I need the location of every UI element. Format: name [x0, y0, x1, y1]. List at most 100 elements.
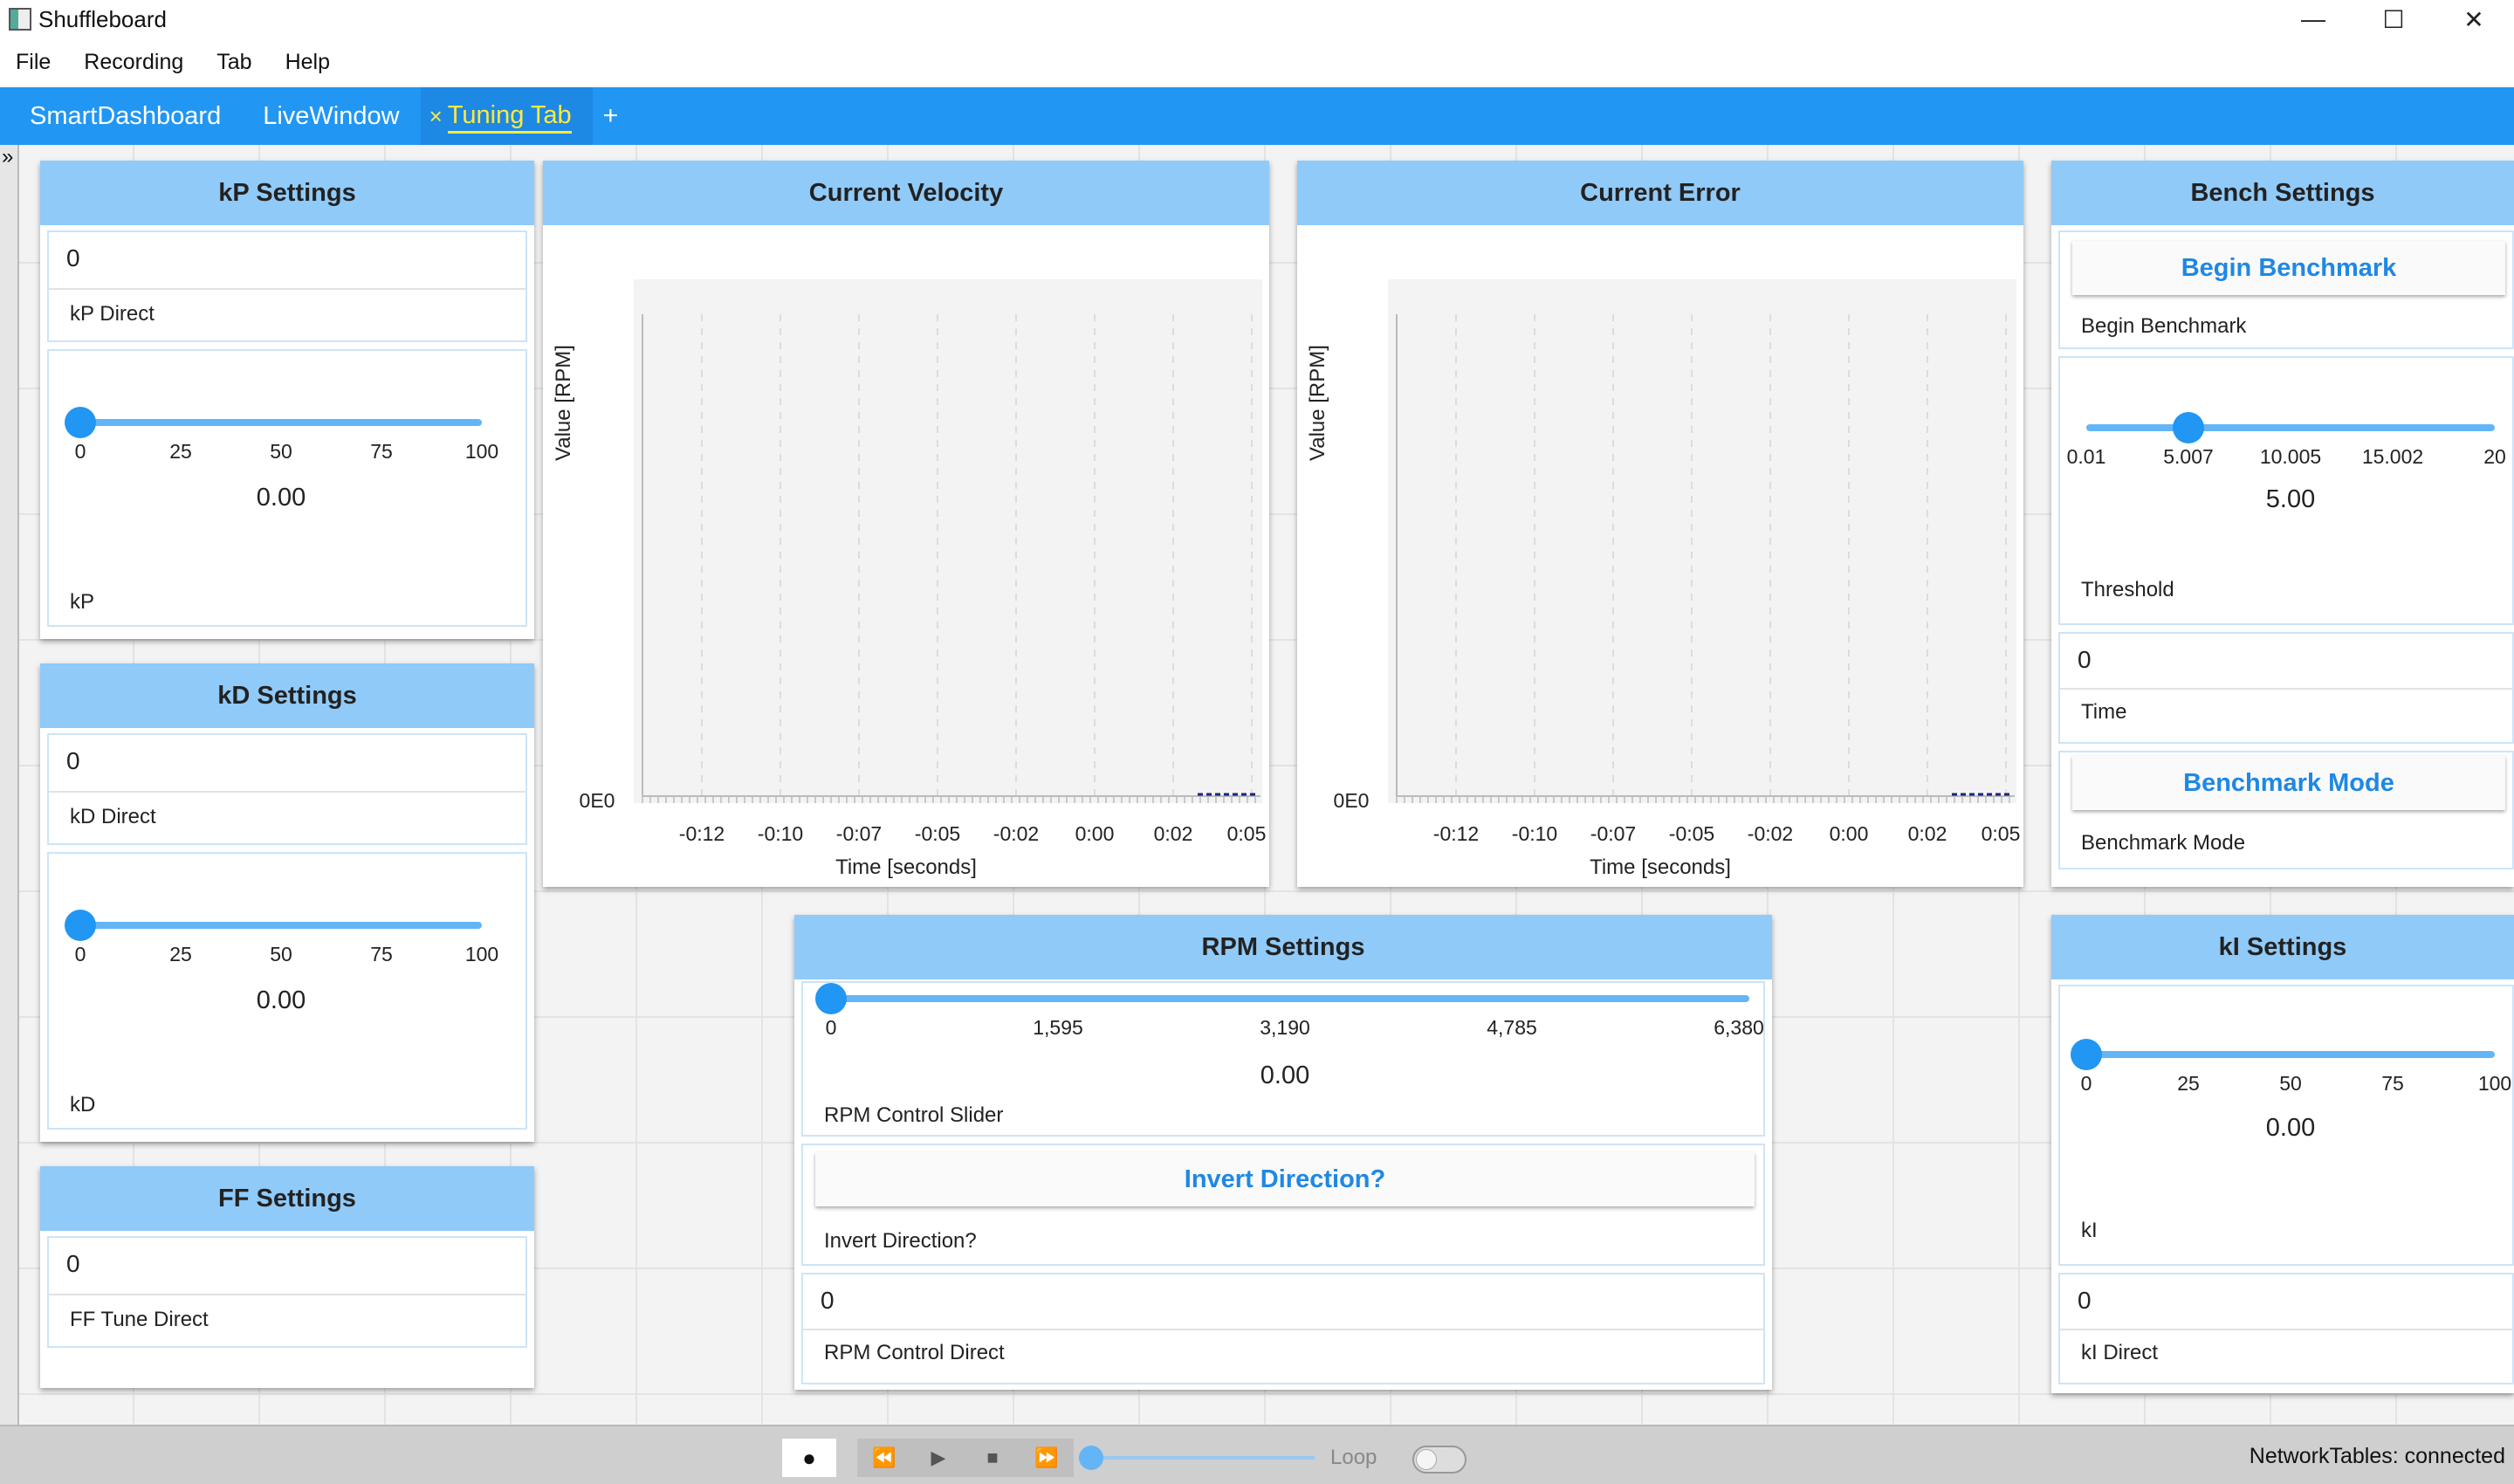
record-button[interactable]: ● — [782, 1439, 836, 1477]
x-tick-label: 0:02 — [1153, 822, 1193, 845]
loop-label: Loop — [1330, 1446, 1377, 1469]
slider-tick: 0 — [2080, 1072, 2092, 1095]
kd-slider[interactable] — [80, 922, 482, 929]
slider-tick: 75 — [370, 440, 393, 463]
loop-toggle[interactable] — [1412, 1446, 1466, 1474]
tab-livewindow[interactable]: LiveWindow — [242, 87, 420, 145]
menu-file[interactable]: File — [16, 50, 51, 75]
widget-title: Current Error — [1297, 161, 2023, 225]
field-label: kD Direct — [70, 805, 156, 828]
stop-icon[interactable]: ■ — [965, 1439, 1020, 1477]
menu-recording[interactable]: Recording — [84, 50, 183, 75]
slider-tick: 75 — [370, 943, 393, 965]
rpm-slider-thumb[interactable] — [815, 983, 847, 1014]
error-plot — [1396, 314, 2015, 803]
x-tick-label: -0:07 — [1590, 822, 1637, 845]
slider-tick: 20 — [2483, 445, 2506, 468]
slider-value: 0.00 — [2265, 1114, 2316, 1142]
x-tick-label: 0:00 — [1829, 822, 1869, 845]
ff-direct-field[interactable]: 0 FF Tune Direct — [47, 1236, 527, 1348]
field-value: 0 — [2078, 646, 2092, 673]
widget-title: FF Settings — [40, 1166, 534, 1231]
widget-title: kD Settings — [40, 663, 534, 728]
kd-settings-widget: kD Settings 0 kD Direct 0 25 50 75 100 0… — [40, 663, 534, 1142]
slider-value: 0.00 — [256, 986, 306, 1014]
x-tick-label: 0:05 — [1981, 822, 2021, 845]
begin-benchmark-panel: Begin Benchmark Begin Benchmark — [2058, 230, 2514, 349]
app-icon — [9, 8, 31, 31]
rpm-settings-widget: RPM Settings 0 1,595 3,190 4,785 6,380 0… — [794, 915, 1772, 1390]
slider-tick: 0.01 — [2066, 445, 2106, 468]
x-tick-label: -0:12 — [678, 822, 725, 845]
widget-title: kI Settings — [2051, 915, 2514, 979]
error-plot-area[interactable] — [1388, 279, 2016, 803]
rewind-icon[interactable]: ⏪ — [857, 1439, 911, 1477]
tab-label: LiveWindow — [263, 101, 400, 130]
threshold-slider[interactable] — [2086, 424, 2495, 431]
kp-direct-field[interactable]: 0 kP Direct — [47, 230, 527, 342]
close-tab-icon[interactable]: × — [429, 103, 443, 130]
kd-direct-field[interactable]: 0 kD Direct — [47, 733, 527, 845]
bench-settings-widget: Bench Settings Begin Benchmark Begin Ben… — [2051, 161, 2514, 887]
benchmark-mode-button[interactable]: Benchmark Mode — [2072, 756, 2505, 810]
kp-slider-thumb[interactable] — [65, 407, 96, 438]
tab-tuning[interactable]: × Tuning Tab — [420, 87, 593, 145]
ff-settings-widget: FF Settings 0 FF Tune Direct — [40, 1166, 534, 1388]
ki-direct-field[interactable]: 0 kI Direct — [2058, 1273, 2514, 1384]
button-label: Begin Benchmark — [2081, 314, 2247, 338]
slider-tick: 25 — [169, 440, 192, 463]
kp-slider-panel: 0 25 50 75 100 0.00 kP — [47, 349, 527, 627]
slider-value: 5.00 — [2265, 485, 2316, 513]
menu-tab[interactable]: Tab — [216, 50, 251, 75]
threshold-slider-thumb[interactable] — [2173, 412, 2204, 443]
menu-help[interactable]: Help — [285, 50, 330, 75]
field-label: RPM Control Direct — [824, 1341, 1005, 1364]
rpm-slider[interactable] — [831, 995, 1749, 1002]
velocity-plot — [642, 314, 1260, 803]
invert-direction-button[interactable]: Invert Direction? — [815, 1152, 1755, 1206]
expand-icon: » — [2, 145, 14, 168]
widget-title: RPM Settings — [794, 915, 1772, 979]
x-tick-label: -0:12 — [1432, 822, 1480, 845]
threshold-slider-panel: 0.01 5.007 10.005 15.002 20 5.00 Thresho… — [2058, 356, 2514, 625]
slider-tick: 50 — [2279, 1072, 2302, 1095]
ki-slider[interactable] — [2086, 1051, 2495, 1058]
fast-forward-icon[interactable]: ⏩ — [1020, 1439, 1074, 1477]
field-label: kI Direct — [2081, 1341, 2159, 1364]
field-value: 0 — [66, 1250, 80, 1277]
field-value: 0 — [66, 747, 80, 774]
widget-title: Bench Settings — [2051, 161, 2514, 225]
x-axis-label: Time [seconds] — [835, 855, 977, 879]
tab-smartdashboard[interactable]: SmartDashboard — [0, 87, 242, 145]
slider-label: kI — [2081, 1219, 2098, 1242]
velocity-plot-area[interactable] — [634, 279, 1262, 803]
close-window-button[interactable]: ✕ — [2434, 0, 2514, 38]
kd-slider-thumb[interactable] — [65, 910, 96, 941]
widget-gallery-toggle[interactable]: » — [0, 145, 19, 1425]
kp-slider[interactable] — [80, 419, 482, 426]
tab-label: SmartDashboard — [30, 101, 222, 130]
rpm-direct-field[interactable]: 0 RPM Control Direct — [801, 1273, 1765, 1384]
slider-tick: 15.002 — [2361, 445, 2424, 468]
velocity-graph-widget: Current Velocity Value [RPM] 0E0 -0:12 -… — [543, 161, 1269, 887]
field-value: 0 — [2078, 1287, 2092, 1314]
x-tick-label: -0:07 — [835, 822, 883, 845]
time-field[interactable]: 0 Time — [2058, 632, 2514, 744]
playback-slider-thumb[interactable] — [1079, 1446, 1103, 1470]
minimize-button[interactable]: — — [2273, 0, 2353, 38]
playback-slider[interactable] — [1091, 1456, 1315, 1460]
field-label: Time — [2081, 700, 2127, 724]
invert-direction-panel: Invert Direction? Invert Direction? — [801, 1144, 1765, 1266]
slider-tick: 0 — [74, 943, 86, 965]
slider-tick: 25 — [2177, 1072, 2200, 1095]
maximize-button[interactable]: ☐ — [2353, 0, 2434, 38]
slider-tick: 6,380 — [1714, 1016, 1764, 1039]
ki-slider-thumb[interactable] — [2071, 1039, 2102, 1070]
kp-settings-widget: kP Settings 0 kP Direct 0 25 50 75 100 0… — [40, 161, 534, 639]
add-tab-button[interactable]: + — [603, 101, 619, 131]
begin-benchmark-button[interactable]: Begin Benchmark — [2072, 241, 2505, 295]
play-icon[interactable]: ▶ — [911, 1439, 965, 1477]
tab-bar: SmartDashboard LiveWindow × Tuning Tab + — [0, 87, 2514, 145]
field-value: 0 — [66, 244, 80, 271]
x-tick-label: -0:10 — [757, 822, 804, 845]
